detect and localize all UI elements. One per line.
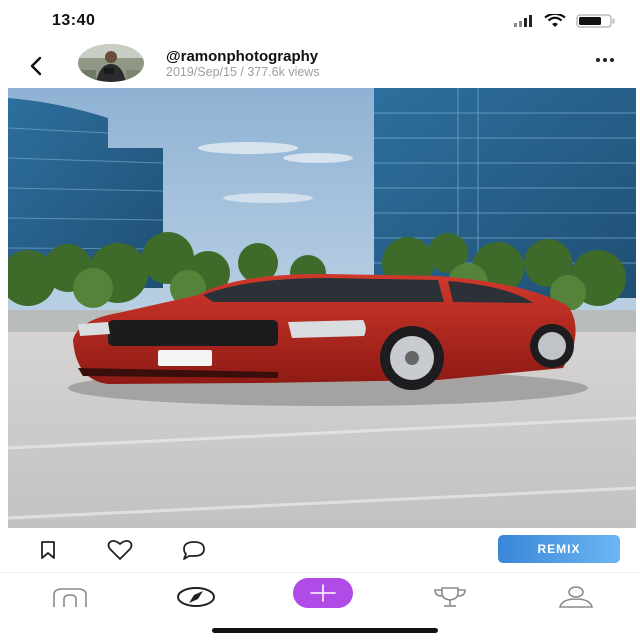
remix-button[interactable]: REMIX: [498, 535, 620, 563]
heart-icon: [107, 539, 133, 560]
back-button[interactable]: [22, 52, 50, 80]
tab-home[interactable]: [50, 579, 90, 615]
avatar[interactable]: [78, 44, 144, 82]
comment-icon: [183, 541, 205, 560]
tab-profile[interactable]: [556, 579, 596, 615]
bookmark-icon: [41, 541, 55, 559]
post-header: @ramonphotography 2019/Sep/15 / 377.6k v…: [0, 44, 640, 88]
tab-leaderboard[interactable]: [430, 579, 470, 615]
post-meta: 2019/Sep/15 / 377.6k views: [166, 65, 320, 79]
photo-image: [8, 88, 636, 528]
wifi-icon: [544, 14, 566, 27]
chevron-left-icon: [30, 56, 42, 76]
more-horizontal-icon: [596, 58, 600, 62]
home-indicator: [212, 628, 438, 633]
status-time: 13:40: [52, 12, 96, 29]
status-icons: [514, 14, 616, 28]
trophy-icon: [434, 587, 466, 607]
more-dot: [603, 58, 607, 62]
user-icon: [558, 586, 594, 608]
comment-button[interactable]: [178, 536, 210, 564]
plus-icon: [310, 584, 336, 602]
compass-icon: [177, 587, 215, 607]
post-photo[interactable]: [8, 88, 636, 528]
status-bar: 13:40: [0, 0, 640, 44]
create-button[interactable]: [293, 578, 353, 608]
username[interactable]: @ramonphotography: [166, 48, 318, 65]
home-icon: [53, 588, 87, 607]
bookmark-button[interactable]: [32, 536, 64, 564]
like-button[interactable]: [104, 536, 136, 564]
more-dot: [610, 58, 614, 62]
more-options-button[interactable]: [596, 58, 614, 62]
avatar-photo: [78, 44, 144, 82]
tab-explore[interactable]: [176, 579, 216, 615]
battery-icon: [576, 14, 615, 28]
signal-icon: [514, 15, 532, 27]
